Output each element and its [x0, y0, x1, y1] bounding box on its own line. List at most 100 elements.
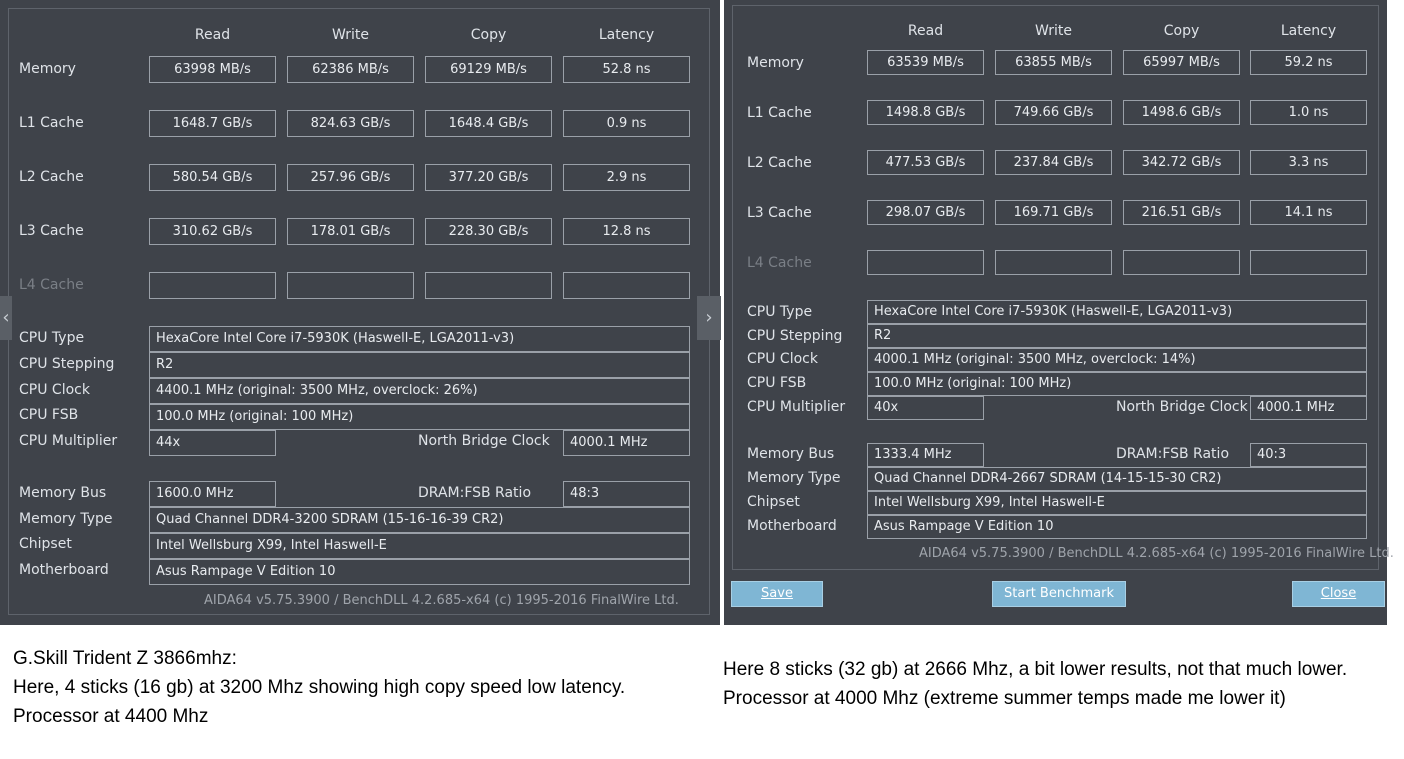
right-l4-copy: [1123, 250, 1240, 275]
right-l1-copy: 1498.6 GB/s: [1123, 100, 1240, 125]
right-row-label-l2: L2 Cache: [747, 155, 812, 171]
start-benchmark-button[interactable]: Start Benchmark: [992, 581, 1126, 607]
left-chipset-value: Intel Wellsburg X99, Intel Haswell-E: [149, 533, 690, 559]
right-cpu-mult-label: CPU Multiplier: [747, 399, 846, 415]
right-header-write: Write: [1035, 23, 1072, 39]
right-memory-latency: 59.2 ns: [1250, 50, 1367, 75]
right-nb-clock-label: North Bridge Clock: [1116, 399, 1248, 415]
left-memory-write: 62386 MB/s: [287, 56, 414, 83]
right-l1-latency: 1.0 ns: [1250, 100, 1367, 125]
right-benchmark-panel: Read Write Copy Latency Memory 63539 MB/…: [724, 0, 1394, 625]
right-memory-read: 63539 MB/s: [867, 50, 984, 75]
left-cpu-mult-value: 44x: [149, 430, 276, 456]
left-cpu-clock-label: CPU Clock: [19, 382, 90, 398]
left-caption-line-1: G.Skill Trident Z 3866mhz:: [13, 648, 237, 669]
left-mem-type-value: Quad Channel DDR4-3200 SDRAM (15-16-16-3…: [149, 507, 690, 533]
left-header-latency: Latency: [598, 27, 655, 43]
right-l1-write: 749.66 GB/s: [995, 100, 1112, 125]
right-l2-write: 237.84 GB/s: [995, 150, 1112, 175]
left-row-label-l4: L4 Cache: [19, 277, 84, 293]
left-dram-ratio-label: DRAM:FSB Ratio: [418, 485, 532, 501]
right-mobo-value: Asus Rampage V Edition 10: [867, 515, 1367, 539]
left-nb-clock-label: North Bridge Clock: [418, 433, 550, 449]
left-header-read: Read: [194, 27, 231, 43]
right-row-label-l4: L4 Cache: [747, 255, 812, 271]
right-header-copy: Copy: [1163, 23, 1200, 39]
right-footer-version: AIDA64 v5.75.3900 / BenchDLL 4.2.685-x64…: [919, 546, 1394, 561]
left-mem-bus-label: Memory Bus: [19, 485, 107, 501]
left-l3-latency: 12.8 ns: [563, 218, 690, 245]
left-l2-write: 257.96 GB/s: [287, 164, 414, 191]
right-cpu-stepping-label: CPU Stepping: [747, 328, 843, 344]
left-l3-read: 310.62 GB/s: [149, 218, 276, 245]
right-l4-read: [867, 250, 984, 275]
right-l3-latency: 14.1 ns: [1250, 200, 1367, 225]
left-cpu-type-label: CPU Type: [19, 330, 85, 346]
right-chipset-value: Intel Wellsburg X99, Intel Haswell-E: [867, 491, 1367, 515]
right-header-read: Read: [907, 23, 944, 39]
right-cpu-fsb-label: CPU FSB: [747, 375, 807, 391]
left-row-label-l3: L3 Cache: [19, 223, 84, 239]
left-cpu-mult-label: CPU Multiplier: [19, 433, 118, 449]
left-cpu-stepping-value: R2: [149, 352, 690, 378]
left-caption: G.Skill Trident Z 3866mhz: Here, 4 stick…: [13, 644, 693, 731]
left-cpu-clock-value: 4400.1 MHz (original: 3500 MHz, overcloc…: [149, 378, 690, 404]
left-l4-copy: [425, 272, 552, 299]
left-mobo-label: Motherboard: [19, 562, 109, 578]
close-button[interactable]: Close: [1292, 581, 1385, 607]
left-caption-line-3: Processor at 4400 Mhz: [13, 706, 209, 727]
left-header-write: Write: [332, 27, 369, 43]
right-memory-copy: 65997 MB/s: [1123, 50, 1240, 75]
prev-arrow-icon[interactable]: ‹: [0, 296, 12, 340]
right-l3-copy: 216.51 GB/s: [1123, 200, 1240, 225]
left-l2-copy: 377.20 GB/s: [425, 164, 552, 191]
left-l4-read: [149, 272, 276, 299]
right-l4-write: [995, 250, 1112, 275]
left-dram-ratio-value: 48:3: [563, 481, 690, 507]
left-l3-copy: 228.30 GB/s: [425, 218, 552, 245]
right-nb-clock-value: 4000.1 MHz: [1250, 396, 1367, 420]
right-l4-latency: [1250, 250, 1367, 275]
left-row-label-l2: L2 Cache: [19, 169, 84, 185]
save-button-label: Save: [761, 586, 793, 601]
left-l2-latency: 2.9 ns: [563, 164, 690, 191]
right-cpu-clock-value: 4000.1 MHz (original: 3500 MHz, overcloc…: [867, 348, 1367, 372]
left-cpu-stepping-label: CPU Stepping: [19, 356, 115, 372]
next-arrow-icon[interactable]: ›: [697, 296, 721, 340]
right-l2-read: 477.53 GB/s: [867, 150, 984, 175]
right-l2-latency: 3.3 ns: [1250, 150, 1367, 175]
left-row-label-memory: Memory: [19, 61, 76, 77]
left-mem-bus-value: 1600.0 MHz: [149, 481, 276, 507]
right-caption: Here 8 sticks (32 gb) at 2666 Mhz, a bit…: [723, 655, 1399, 713]
right-caption-line-2: Processor at 4000 Mhz (extreme summer te…: [723, 688, 1286, 709]
left-chipset-label: Chipset: [19, 536, 72, 552]
left-l1-write: 824.63 GB/s: [287, 110, 414, 137]
right-l3-read: 298.07 GB/s: [867, 200, 984, 225]
right-chipset-label: Chipset: [747, 494, 800, 510]
left-l1-read: 1648.7 GB/s: [149, 110, 276, 137]
right-dram-ratio-label: DRAM:FSB Ratio: [1116, 446, 1230, 462]
left-l1-latency: 0.9 ns: [563, 110, 690, 137]
left-cpu-fsb-label: CPU FSB: [19, 407, 79, 423]
right-caption-line-1: Here 8 sticks (32 gb) at 2666 Mhz, a bit…: [723, 659, 1348, 680]
right-l1-read: 1498.8 GB/s: [867, 100, 984, 125]
left-l3-write: 178.01 GB/s: [287, 218, 414, 245]
right-row-label-l3: L3 Cache: [747, 205, 812, 221]
right-cpu-fsb-value: 100.0 MHz (original: 100 MHz): [867, 372, 1367, 396]
right-cpu-clock-label: CPU Clock: [747, 351, 818, 367]
right-cpu-type-value: HexaCore Intel Core i7-5930K (Haswell-E,…: [867, 300, 1367, 324]
right-mem-bus-label: Memory Bus: [747, 446, 835, 462]
right-cpu-type-label: CPU Type: [747, 304, 813, 320]
close-button-label: Close: [1320, 586, 1357, 601]
left-memory-copy: 69129 MB/s: [425, 56, 552, 83]
left-caption-line-2: Here, 4 sticks (16 gb) at 3200 Mhz showi…: [13, 677, 626, 698]
left-mobo-value: Asus Rampage V Edition 10: [149, 559, 690, 585]
left-memory-read: 63998 MB/s: [149, 56, 276, 83]
left-nb-clock-value: 4000.1 MHz: [563, 430, 690, 456]
left-l4-write: [287, 272, 414, 299]
right-mem-type-label: Memory Type: [747, 470, 841, 486]
right-mem-bus-value: 1333.4 MHz: [867, 443, 984, 467]
right-cpu-stepping-value: R2: [867, 324, 1367, 348]
right-cpu-mult-value: 40x: [867, 396, 984, 420]
save-button[interactable]: Save: [731, 581, 823, 607]
